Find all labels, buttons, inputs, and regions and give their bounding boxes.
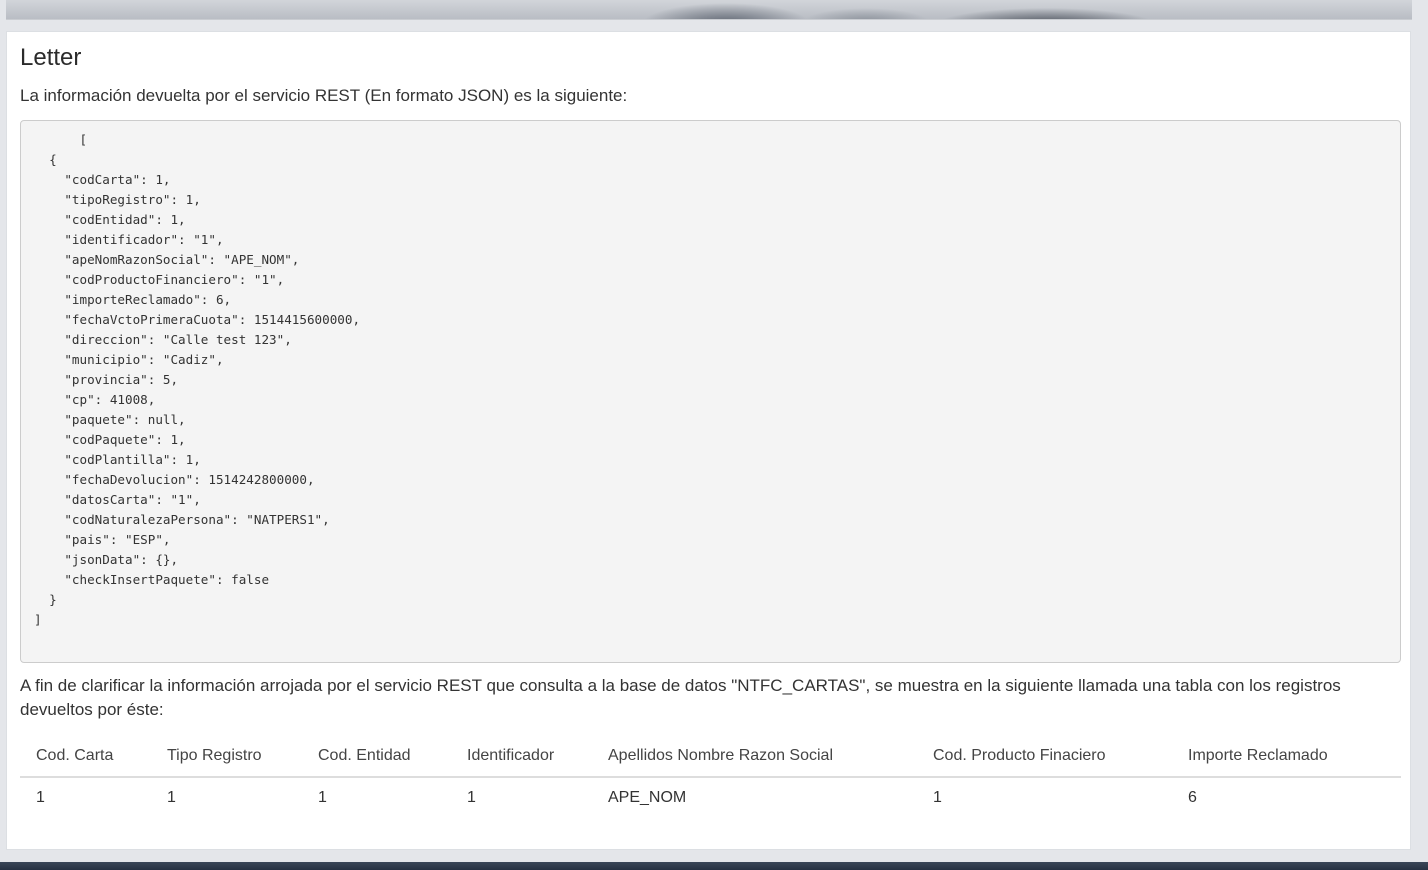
column-header-tipo-registro: Tipo Registro — [151, 735, 302, 778]
letter-card: Letter La información devuelta por el se… — [6, 31, 1411, 850]
table-row: 1 1 1 1 APE_NOM 1 6 — [20, 777, 1401, 818]
page-title: Letter — [20, 44, 82, 71]
cell-cod-entidad: 1 — [318, 789, 327, 806]
page: Letter La información devuelta por el se… — [0, 0, 1428, 870]
column-header-cod-carta: Cod. Carta — [20, 735, 151, 778]
cell-cod-carta: 1 — [36, 789, 45, 806]
records-table: Cod. Carta Tipo Registro Cod. Entidad Id… — [20, 735, 1401, 818]
cell-tipo-registro: 1 — [167, 789, 176, 806]
table-header-row: Cod. Carta Tipo Registro Cod. Entidad Id… — [20, 735, 1401, 778]
explanation-text: A fin de clarificar la información arroj… — [20, 676, 1341, 719]
cell-cod-producto: 1 — [933, 789, 942, 806]
intro-text: La información devuelta por el servicio … — [20, 86, 628, 105]
column-header-cod-producto: Cod. Producto Finaciero — [917, 735, 1172, 778]
cell-importe-reclamado: 6 — [1188, 789, 1197, 806]
os-taskbar — [0, 862, 1428, 870]
column-header-cod-entidad: Cod. Entidad — [302, 735, 451, 778]
column-header-apellidos-nombre: Apellidos Nombre Razon Social — [592, 735, 917, 778]
cell-identificador: 1 — [467, 789, 476, 806]
cell-apellidos-nombre: APE_NOM — [608, 789, 687, 806]
column-header-identificador: Identificador — [451, 735, 592, 778]
json-code-block: [ { "codCarta": 1, "tipoRegistro": 1, "c… — [20, 120, 1401, 663]
header-banner-image — [6, 0, 1412, 20]
column-header-importe-reclamado: Importe Reclamado — [1172, 735, 1401, 778]
